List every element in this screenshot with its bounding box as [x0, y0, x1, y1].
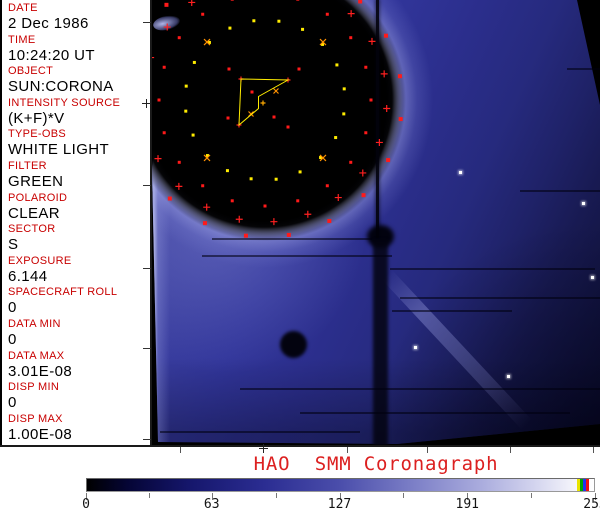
field-value: 10:24:20 UT [8, 46, 95, 64]
streak-artifact [392, 310, 512, 312]
metadata-field: OBJECT SUN:CORONA [8, 65, 150, 97]
left-axis-tick [143, 22, 151, 23]
streak-artifact [400, 297, 600, 299]
colorbar-tick-label: 63 [203, 497, 220, 512]
left-axis-tick [143, 439, 151, 440]
field-label: DATA MAX [8, 349, 65, 362]
field-label: OBJECT [8, 65, 54, 78]
metadata-field: DISP MAX 1.00E-08 [8, 413, 150, 445]
metadata-field: TYPE-OBS WHITE LIGHT [8, 128, 150, 160]
field-label: DATE [8, 2, 38, 14]
star-point [414, 346, 417, 349]
metadata-list: DATE 2 Dec 1986 TIME 10:24:20 UT OBJECT SUN:C… [8, 2, 150, 444]
coronagraph-viewer-window: DATE 2 Dec 1986 TIME 10:24:20 UT OBJECT SUN:C… [0, 0, 600, 512]
metadata-field: DATA MAX 3.01E-08 [8, 350, 150, 382]
pylon-shadow-upper [376, 0, 379, 238]
colorbar-tick-label: 255 [583, 497, 600, 512]
star-point [507, 375, 510, 378]
field-label: SECTOR [8, 223, 56, 236]
field-value: CLEAR [8, 204, 61, 222]
bottom-axis-tick [593, 447, 594, 453]
colorbar-tick-label: 0 [82, 497, 90, 512]
left-axis-tick [143, 348, 151, 349]
left-axis-line [150, 0, 152, 447]
field-value: 3.01E-08 [8, 362, 73, 380]
metadata-field: INTENSITY SOURCE (K+F)*V [8, 97, 150, 129]
page-title: HAO SMM Coronagraph [253, 453, 499, 475]
left-axis-tick [143, 268, 151, 269]
metadata-field: DATE 2 Dec 1986 [8, 2, 150, 34]
field-value: WHITE LIGHT [8, 141, 110, 159]
left-axis-plus [142, 99, 151, 108]
field-value: 1.00E-08 [8, 425, 73, 443]
colorbar-tick-label: 191 [455, 497, 479, 512]
colorbar-minor-tick [148, 493, 150, 498]
streak-artifact [300, 412, 570, 414]
coronagraph-image [152, 0, 600, 447]
field-label: DISP MIN [8, 381, 60, 394]
field-label: POLAROID [8, 191, 68, 204]
field-value: 0 [8, 394, 17, 412]
streak-artifact [240, 388, 600, 390]
intensity-colorbar [86, 478, 595, 492]
field-value: S [8, 236, 19, 254]
metadata-field: EXPOSURE 6.144 [8, 255, 150, 287]
metadata-field: FILTER GREEN [8, 160, 150, 192]
colorbar-tick-label: 127 [327, 497, 352, 512]
metadata-field: DISP MIN 0 [8, 381, 150, 413]
star-point [582, 202, 585, 205]
metadata-field: SECTOR S [8, 223, 150, 255]
star-point [459, 171, 462, 174]
field-value: 6.144 [8, 267, 48, 285]
field-label: TYPE-OBS [8, 128, 67, 141]
field-label: SPACECRAFT ROLL [8, 286, 118, 299]
metadata-field: SPACECRAFT ROLL 0 [8, 286, 150, 318]
field-label: INTENSITY SOURCE [8, 96, 121, 109]
bottom-axis-tick [510, 447, 511, 453]
streak-artifact [212, 238, 372, 240]
streak-artifact [390, 268, 595, 270]
field-value: 0 [8, 330, 17, 348]
streak-artifact [160, 431, 360, 433]
field-label: DATA MIN [8, 317, 61, 330]
field-label: TIME [8, 33, 36, 46]
field-value: 2 Dec 1986 [8, 15, 89, 32]
metadata-field: POLAROID CLEAR [8, 192, 150, 224]
field-label: FILTER [8, 159, 47, 172]
metadata-sidebar: DATE 2 Dec 1986 TIME 10:24:20 UT OBJECT SUN:C… [0, 0, 150, 445]
colorbar-minor-tick [531, 493, 533, 498]
dark-dust-spot [280, 331, 307, 358]
streak-artifact [202, 255, 392, 257]
field-value: 0 [8, 299, 17, 317]
field-label: EXPOSURE [8, 254, 72, 267]
field-value: SUN:CORONA [8, 78, 114, 96]
metadata-field: DATA MIN 0 [8, 318, 150, 350]
streak-artifact [567, 68, 600, 70]
colorbar-stripe [586, 479, 589, 491]
metadata-field: TIME 10:24:20 UT [8, 34, 150, 66]
bottom-axis-tick [427, 447, 428, 453]
star-point [591, 276, 594, 279]
bottom-axis-tick [180, 447, 181, 453]
field-value: GREEN [8, 172, 64, 190]
field-label: DISP MAX [8, 412, 63, 425]
field-value: (K+F)*V [8, 109, 65, 127]
streak-artifact [520, 190, 600, 192]
left-axis-tick [143, 185, 151, 186]
bottom-axis-tick [347, 447, 348, 453]
bottom-axis-plus [259, 444, 268, 453]
pylon-shadow-lower [373, 240, 388, 447]
colorbar-minor-tick [275, 493, 277, 498]
colorbar-minor-tick [403, 493, 405, 498]
